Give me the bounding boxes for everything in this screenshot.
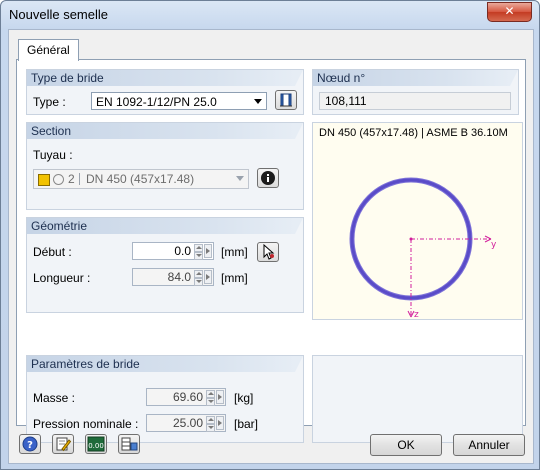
section-header: Section: [27, 123, 303, 139]
start-unit: [mm]: [221, 245, 248, 259]
svg-text:?: ?: [27, 440, 33, 451]
mass-unit: [kg]: [234, 391, 254, 405]
pressure-label: Pression nominale :: [33, 417, 139, 431]
pipe-select[interactable]: 2 DN 450 (457x17.48): [33, 169, 249, 189]
units-caption: 0.00: [88, 442, 104, 450]
mass-value: 69.60: [172, 390, 203, 404]
pipe-separator: [79, 173, 80, 185]
flange-params-group: Paramètres de bride Masse : 69.60 [kg] P…: [26, 355, 304, 443]
section-group: Section Tuyau : 2 DN 450 (457x17.48): [26, 122, 304, 210]
pressure-value: 25.00: [172, 416, 203, 430]
length-input[interactable]: 84.0: [132, 268, 214, 286]
pipe-label: Tuyau :: [33, 148, 73, 162]
length-value: 84.0: [167, 270, 191, 284]
units-icon: 0.00: [87, 436, 105, 452]
type-label: Type :: [33, 95, 66, 109]
pressure-unit: [bar]: [234, 417, 259, 431]
pipe-number: 2: [68, 172, 75, 186]
mass-label: Masse :: [33, 391, 76, 405]
start-arrow-button[interactable]: [204, 244, 212, 258]
flange-params-header: Paramètres de bride: [27, 356, 303, 372]
library-button[interactable]: [275, 90, 297, 110]
title-bar: Nouvelle semelle ✕: [1, 1, 539, 29]
start-value: 0.0: [174, 244, 191, 258]
tab-general[interactable]: Général: [18, 39, 79, 61]
flange-type-group: Type de bride Type : EN 1092-1/12/PN 25.…: [26, 69, 304, 115]
window-title: Nouvelle semelle: [9, 7, 108, 22]
info-icon: [261, 171, 275, 185]
close-button[interactable]: ✕: [487, 2, 532, 22]
chevron-down-icon: [236, 176, 244, 181]
info-panel: [312, 355, 523, 443]
type-select-value: EN 1092-1/12/PN 25.0: [96, 95, 217, 109]
edit-notes-button[interactable]: [52, 434, 74, 454]
help-icon: ?: [22, 436, 38, 452]
pick-cursor-icon: [263, 243, 275, 260]
dialog-window: Nouvelle semelle ✕ Général Type de bride…: [0, 0, 540, 470]
node-field: 108,111: [319, 92, 511, 110]
pipe-select-value: DN 450 (457x17.48): [86, 172, 195, 186]
pick-button[interactable]: [257, 242, 279, 262]
type-select[interactable]: EN 1092-1/12/PN 25.0: [91, 92, 267, 110]
settings-table-icon: [121, 437, 138, 451]
settings-table-button[interactable]: [118, 434, 140, 454]
pressure-arrow-button[interactable]: [216, 416, 224, 430]
start-input[interactable]: 0.0: [132, 242, 214, 260]
start-label: Début :: [33, 245, 72, 259]
library-book-icon: [280, 93, 292, 107]
length-arrow-button[interactable]: [204, 270, 212, 284]
chevron-down-icon: [254, 99, 262, 104]
section-preview: DN 450 (457x17.48) | ASME B 36.10M y z: [312, 122, 523, 320]
geometry-header: Géométrie: [27, 218, 303, 234]
help-button[interactable]: ?: [19, 434, 41, 454]
pressure-spinner[interactable]: [206, 416, 215, 432]
z-axis-label: z: [414, 310, 419, 319]
close-icon: ✕: [504, 4, 515, 18]
tab-panel: Type de bride Type : EN 1092-1/12/PN 25.…: [16, 59, 526, 443]
mass-spinner[interactable]: [206, 390, 215, 406]
units-button[interactable]: 0.00: [85, 434, 107, 454]
mass-input[interactable]: 69.60: [146, 388, 226, 406]
pipe-info-button[interactable]: [257, 168, 279, 188]
length-spinner[interactable]: [194, 270, 203, 286]
edit-notes-icon: [56, 437, 72, 452]
pipe-section-drawing: y z: [349, 177, 497, 319]
length-label: Longueur :: [33, 271, 91, 285]
node-header: Nœud n°: [313, 70, 518, 86]
pipe-shape-icon: [53, 174, 64, 185]
length-unit: [mm]: [221, 271, 248, 285]
pressure-input[interactable]: 25.00: [146, 414, 226, 432]
cancel-button[interactable]: Annuler: [453, 434, 525, 456]
geometry-group: Géométrie Début : 0.0 [mm] Longueur : 84…: [26, 217, 304, 313]
node-group: Nœud n° 108,111: [312, 69, 519, 115]
mass-arrow-button[interactable]: [216, 390, 224, 404]
pipe-color-swatch: [38, 174, 50, 186]
flange-type-header: Type de bride: [27, 70, 303, 86]
dialog-client: Général Type de bride Type : EN 1092-1/1…: [8, 29, 534, 464]
start-spinner[interactable]: [194, 244, 203, 260]
ok-button[interactable]: OK: [370, 434, 442, 456]
y-axis-label: y: [491, 240, 497, 250]
